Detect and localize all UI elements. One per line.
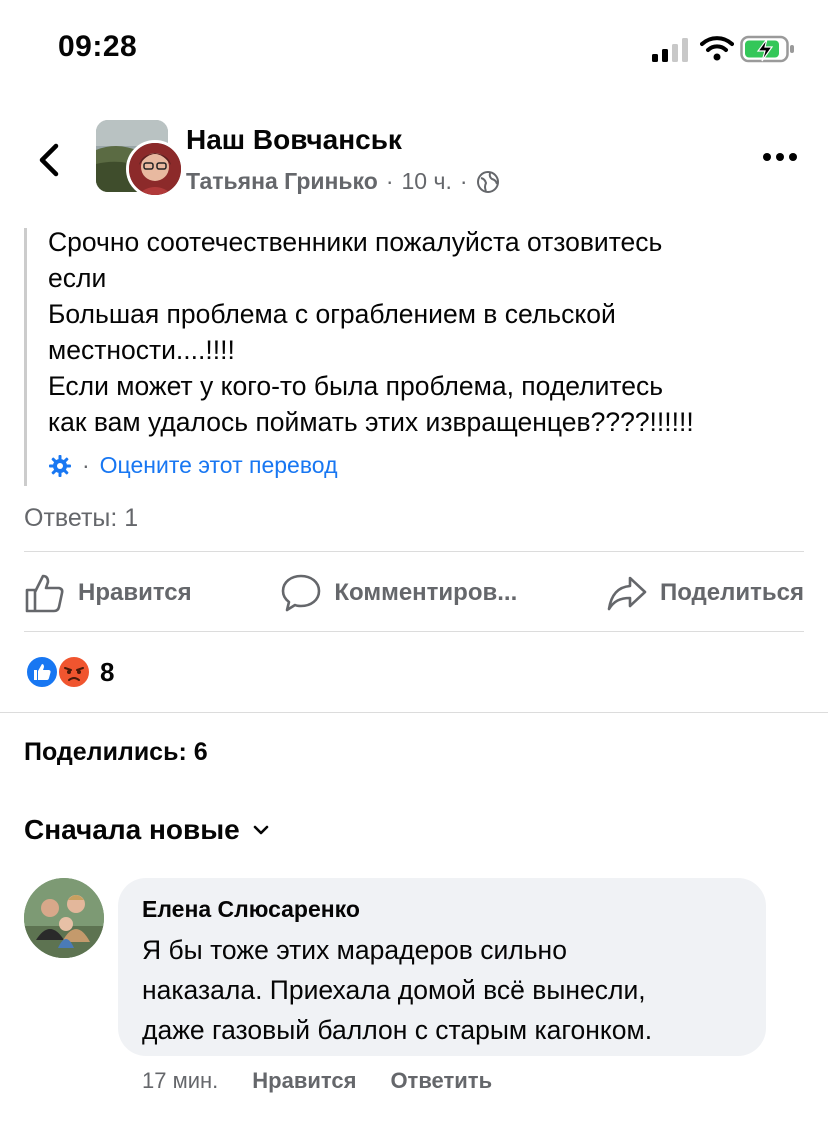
meta-separator: ·: [459, 168, 468, 194]
replies-count[interactable]: Ответы: 1: [24, 504, 138, 533]
shares-count[interactable]: Поделились: 6: [24, 738, 208, 767]
reactions-summary[interactable]: 8: [24, 654, 114, 690]
reaction-count: 8: [100, 656, 115, 687]
like-reaction-icon: [25, 655, 59, 689]
wifi-icon: [700, 36, 734, 61]
cellular-signal-icon: [652, 38, 688, 62]
comment-time: 17 мин.: [142, 1068, 219, 1093]
comment-like-button[interactable]: Нравится: [252, 1068, 356, 1094]
sort-label: Сначала новые: [24, 814, 240, 845]
comment-button[interactable]: Комментиров...: [280, 572, 517, 614]
gear-icon: [49, 454, 71, 477]
commenter-name[interactable]: Елена Слюсаренко: [142, 896, 360, 923]
author-name[interactable]: Татьяна Гринько: [186, 168, 378, 195]
translate-separator: ·: [82, 452, 90, 478]
share-arrow-icon: [607, 576, 647, 611]
comment-text: Я бы тоже этих марадеров сильно наказала…: [142, 935, 653, 1045]
share-button[interactable]: Поделиться: [606, 572, 804, 614]
post-time[interactable]: 10 ч.: [401, 168, 451, 195]
like-label: Нравится: [78, 579, 192, 606]
comment-label: Комментиров...: [334, 579, 518, 606]
comment-sort-dropdown[interactable]: Сначала новые: [24, 814, 272, 846]
meta-separator: ·: [385, 168, 394, 194]
battery-charging-icon: [740, 35, 794, 63]
rate-translation[interactable]: · Оцените этот перевод: [48, 452, 338, 479]
status-time: 09:28: [58, 30, 138, 63]
like-button[interactable]: Нравится: [24, 572, 192, 614]
chevron-down-icon: [253, 825, 268, 835]
angry-reaction-icon: [57, 655, 91, 689]
divider: [24, 551, 804, 552]
author-avatar[interactable]: [126, 140, 184, 198]
post-text: Срочно соотечественники пожалуйста отзов…: [48, 227, 694, 437]
thumbs-up-icon: [25, 574, 64, 613]
divider: [24, 631, 804, 632]
comment-meta: 17 мин. Нравится Ответить: [142, 1068, 492, 1094]
back-arrow-icon[interactable]: [32, 140, 68, 180]
rate-translation-link[interactable]: Оцените этот перевод: [100, 452, 338, 479]
group-name[interactable]: Наш Вовчанськ: [186, 124, 402, 156]
globe-icon: [476, 170, 499, 193]
post-meta: Татьяна Гринько · 10 ч. ·: [186, 168, 500, 195]
comment-icon: [282, 574, 321, 612]
translation-quote-bar: [24, 228, 27, 486]
post-actions-bar: Нравится Комментиров... Поделиться: [24, 566, 804, 620]
more-options-icon[interactable]: [762, 150, 798, 164]
comment-reply-button[interactable]: Ответить: [390, 1068, 492, 1094]
share-label: Поделиться: [659, 579, 804, 606]
section-divider: [0, 712, 828, 713]
commenter-avatar[interactable]: [24, 878, 104, 958]
